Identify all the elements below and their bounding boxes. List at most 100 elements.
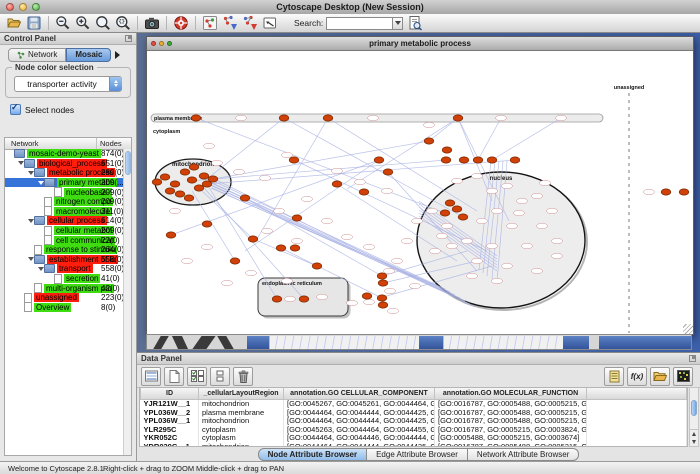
network-node[interactable] (441, 157, 451, 163)
tree-row[interactable]: biological_process651(0) (5, 159, 124, 169)
search-dropdown-button[interactable] (392, 17, 403, 30)
column-header-id[interactable]: ID (141, 388, 199, 400)
table-cell[interactable]: [GO:0044464, GO:0044444, GO:0044425, G..… (284, 417, 435, 426)
network-node[interactable] (453, 115, 463, 121)
table-cell[interactable]: mitochondrion (199, 417, 284, 426)
network-node-label[interactable] (317, 294, 328, 299)
tree-column-network[interactable]: Network (5, 138, 97, 149)
tree-expand-arrow-icon[interactable] (17, 158, 24, 168)
network-node[interactable] (208, 176, 218, 182)
table-cell[interactable]: cytoplasm (199, 434, 284, 443)
table-cell[interactable]: [GO:0044464, GO:0044444, GO:0044425, G..… (284, 443, 435, 447)
table-row[interactable]: YLR295Ccytoplasm[GO:0045263, GO:0044464,… (141, 426, 687, 435)
tree-row[interactable]: nucleobase-209(0) (5, 187, 124, 197)
network-node[interactable] (165, 188, 175, 194)
network-node[interactable] (362, 293, 372, 299)
network-node[interactable] (170, 181, 180, 187)
table-scrollbar[interactable] (689, 387, 699, 447)
network-node[interactable] (191, 115, 201, 121)
network-node[interactable] (378, 302, 388, 308)
network-node-label[interactable] (462, 238, 473, 243)
network-view-titlebar[interactable]: primary metabolic process (147, 37, 693, 51)
network-node[interactable] (458, 214, 468, 220)
table-cell[interactable] (587, 434, 687, 443)
tree-item-label[interactable]: secretion (64, 274, 100, 283)
network-node[interactable] (487, 157, 497, 163)
network-node-label[interactable] (477, 218, 488, 223)
table-cell[interactable]: plasma membrane (199, 409, 284, 418)
network-node-label[interactable] (552, 238, 563, 243)
table-cell[interactable] (587, 400, 687, 409)
scroll-down-arrow-icon[interactable] (690, 438, 698, 446)
search-input[interactable] (326, 17, 392, 30)
tree-item-label[interactable]: biological_process (37, 159, 107, 168)
network-node-label[interactable] (342, 234, 353, 239)
network-node-label[interactable] (355, 179, 366, 184)
formula-builder-icon[interactable]: f(x) (627, 367, 647, 386)
hide-selected-icon[interactable] (222, 15, 238, 31)
tree-row[interactable]: unassigned223(0) (5, 293, 124, 303)
network-node-label[interactable] (492, 278, 503, 283)
tree-row[interactable]: cellular metabol209(0) (5, 226, 124, 236)
tab-node-attribute-browser[interactable]: Node Attribute Browser (258, 448, 368, 461)
color-attribute-select[interactable]: transporter activity (14, 76, 122, 92)
network-node[interactable] (679, 189, 689, 195)
tree-scrollbar-thumb[interactable] (125, 151, 131, 175)
network-node-label[interactable] (322, 218, 333, 223)
table-cell[interactable]: YJR121W__1 (141, 400, 199, 409)
tree-expand-arrow-icon[interactable] (27, 254, 34, 264)
network-node-label[interactable] (274, 208, 285, 213)
network-node-label[interactable] (547, 208, 558, 213)
network-node-label[interactable] (507, 223, 518, 228)
table-cell[interactable]: YPL036W__1 (141, 417, 199, 426)
network-node[interactable] (332, 181, 342, 187)
network-node-label[interactable] (388, 308, 399, 313)
table-cell[interactable]: YPL036W__2 (141, 409, 199, 418)
table-cell[interactable]: [GO:0005488, GO:0005215, GO:0003674] (435, 434, 587, 443)
window-titlebar[interactable]: Cytoscape Desktop (New Session) (0, 0, 700, 15)
network-canvas[interactable]: plasma membranecytoplasmmitochondrionnuc… (147, 51, 691, 333)
tree-expand-arrow-icon[interactable] (27, 168, 34, 178)
tree-row[interactable]: multi-organism pro42(0) (5, 283, 124, 293)
tree-item-label[interactable]: Overview (34, 303, 71, 312)
tree-item-label[interactable]: cellular process (47, 216, 107, 225)
network-node[interactable] (377, 273, 387, 279)
network-node-label[interactable] (556, 115, 567, 120)
network-node[interactable] (459, 157, 469, 163)
network-node[interactable] (510, 157, 520, 163)
network-node-label[interactable] (540, 180, 551, 185)
network-node-label[interactable] (236, 115, 247, 120)
network-node-label[interactable] (437, 233, 448, 238)
table-row[interactable]: YKR052Ccytoplasm[GO:0044464, GO:0044446,… (141, 434, 687, 443)
network-node-label[interactable] (492, 208, 503, 213)
advanced-search-icon[interactable] (407, 15, 423, 31)
network-node[interactable] (279, 115, 289, 121)
network-edge[interactable] (492, 118, 561, 160)
network-node-label[interactable] (182, 258, 193, 263)
table-row[interactable]: YDR039C__1mitochondrion[GO:0044464, GO:0… (141, 443, 687, 447)
unhide-all-icon[interactable] (242, 15, 258, 31)
network-node[interactable] (377, 295, 387, 301)
table-cell[interactable]: mitochondrion (199, 400, 284, 409)
tree-item-label[interactable]: mosaic-demo-yeast (27, 149, 101, 158)
network-edge[interactable] (253, 239, 317, 266)
tab-network-attribute-browser[interactable]: Network Attribute Browser (468, 448, 579, 461)
network-node-label[interactable] (447, 243, 458, 248)
network-node-label[interactable] (412, 218, 423, 223)
network-node-label[interactable] (452, 178, 463, 183)
network-node[interactable] (445, 200, 455, 206)
network-node-label[interactable] (442, 223, 453, 228)
help-lifesaver-icon[interactable] (173, 15, 189, 31)
delete-attribute-trash-icon[interactable] (233, 367, 253, 386)
attribute-layout-icon[interactable] (210, 367, 230, 386)
open-file-icon[interactable] (6, 15, 22, 31)
network-node[interactable] (374, 157, 384, 163)
tree-expand-arrow-icon[interactable] (37, 264, 44, 274)
tab-overflow-arrow-icon[interactable] (115, 51, 124, 59)
notepad-icon[interactable] (604, 367, 624, 386)
tree-expand-arrow-icon[interactable] (27, 216, 34, 226)
network-node-label[interactable] (402, 238, 413, 243)
network-node[interactable] (199, 173, 209, 179)
network-node[interactable] (661, 189, 671, 195)
network-node[interactable] (175, 191, 185, 197)
